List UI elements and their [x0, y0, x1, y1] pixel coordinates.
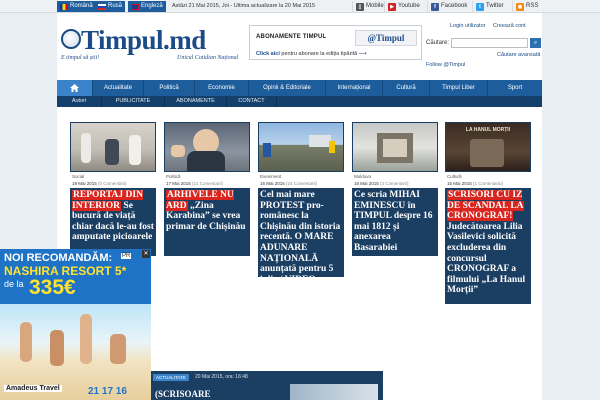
story-tag[interactable]: ACTUALITATE — [153, 374, 189, 381]
story-date: 20 Mai 2015, ora: 16:48 — [195, 374, 248, 380]
search-input[interactable] — [451, 38, 528, 48]
nav-timpul-liber[interactable]: Timpul Liber — [430, 80, 488, 96]
uk-flag-icon — [131, 3, 139, 10]
top-bar: Română Rusă Engleză Astăzi 21 Mai 2015, … — [0, 0, 600, 13]
film-poster-title: LA HANUL MORȚII — [465, 127, 511, 133]
card-meta: 15 Mai 2015 (1 Comentariu) — [445, 180, 531, 188]
arrow-right-icon: ⟶ — [358, 51, 367, 57]
news-card[interactable]: Politică 17 Mai 2015 (21 Comentarii) ARH… — [164, 122, 250, 256]
mobile-link[interactable]: ▯ Mobile — [352, 1, 387, 12]
subnav-abonamente[interactable]: ABONAMENTE — [165, 96, 227, 107]
news-card[interactable]: LA HANUL MORȚII Cultură 15 Mai 2015 (1 C… — [445, 122, 531, 304]
search-button[interactable]: ⌕ — [530, 38, 541, 48]
card-title[interactable]: REPORTAJ DIN INTERIOR Se bucură de viață… — [72, 190, 154, 243]
mobile-icon: ▯ — [356, 2, 364, 11]
ad-phone: 21 17 16 — [88, 386, 127, 397]
account-links: Login utilizator Creează cont — [450, 23, 532, 29]
card-highlight: SCRISORI CU IZ DE SCANDAL LA CRONOGRAF! — [447, 190, 524, 222]
page: Română Rusă Engleză Astăzi 21 Mai 2015, … — [0, 0, 600, 400]
ad-from-label: de la — [4, 279, 24, 289]
youtube-icon: ▶ — [388, 2, 396, 11]
card-category[interactable]: Eveniment — [258, 172, 344, 180]
subscription-link[interactable]: Click aici pentru abonare la ediția tipă… — [256, 51, 367, 57]
news-card[interactable]: Moldova 16 Mai 2015 (3 Comentarii) Ce sc… — [352, 122, 438, 256]
sub-nav: Autori PUBLICITATE ABONAMENTE CONTACT — [57, 96, 542, 107]
rss-link[interactable]: ◉ RSS — [512, 1, 541, 12]
rss-icon: ◉ — [516, 2, 524, 11]
news-thumbnail[interactable] — [165, 123, 249, 171]
news-thumbnail[interactable] — [71, 123, 155, 171]
site-header: Timpul.md E timpul să știi! Unicul Cotid… — [57, 13, 542, 80]
card-category[interactable]: Cultură — [445, 172, 531, 180]
nav-economie[interactable]: Economie — [195, 80, 249, 96]
home-button[interactable] — [57, 80, 93, 96]
language-romana[interactable]: Română — [57, 1, 96, 12]
nav-sport[interactable]: Sport — [488, 80, 542, 96]
card-title[interactable]: ARHIVELE NU ARD „Zina Karabina” se vrea … — [166, 190, 248, 232]
card-title[interactable]: SCRISORI CU IZ DE SCANDAL LA CRONOGRAF! … — [447, 190, 529, 296]
nav-politica[interactable]: Politică — [144, 80, 195, 96]
site-logo[interactable]: Timpul.md — [81, 25, 206, 56]
russia-flag-icon — [98, 3, 106, 10]
ad-headline: NOI RECOMANDĂM: — [4, 252, 113, 264]
subnav-publicitate[interactable]: PUBLICITATE — [102, 96, 165, 107]
twitter-link[interactable]: t Twitter — [472, 1, 507, 12]
facebook-link[interactable]: f Facebook — [427, 1, 470, 12]
current-date: Astăzi 21 Mai 2015, Joi - Ultima actuali… — [172, 3, 316, 9]
home-icon — [70, 84, 79, 92]
subscription-box[interactable]: ABONAMENTE TIMPUL @Timpul Click aici pen… — [249, 25, 422, 60]
travel-ad[interactable]: ✕ PR NOI RECOMANDĂM: NASHIRA RESORT 5* d… — [0, 249, 151, 400]
card-meta: 16 Mai 2015 (24 Comentarii) — [258, 180, 344, 188]
card-category[interactable]: Social — [70, 172, 156, 180]
story-image[interactable] — [290, 384, 378, 400]
card-meta: 16 Mai 2015 (3 Comentarii) — [352, 180, 438, 188]
news-card[interactable]: Social 19 Mai 2015 (0 Comentarii) REPORT… — [70, 122, 156, 256]
story-title[interactable]: (SCRISOARE — [155, 389, 211, 399]
facebook-icon: f — [431, 2, 439, 11]
slogan-left: E timpul să știi! — [61, 55, 100, 61]
news-thumbnail[interactable] — [353, 123, 437, 171]
romania-flag-icon — [60, 3, 68, 10]
advanced-search-link[interactable]: Căutare avansată — [497, 52, 540, 58]
twitter-icon: t — [476, 2, 484, 11]
nav-international[interactable]: Internațional — [326, 80, 383, 96]
subscription-logo: @Timpul — [355, 30, 417, 46]
news-thumbnail[interactable] — [259, 123, 343, 171]
search-icon: ⌕ — [533, 40, 538, 46]
youtube-link[interactable]: ▶ Youtube — [384, 1, 423, 12]
nav-actualitate[interactable]: Actualitate — [93, 80, 144, 96]
subnav-contact[interactable]: CONTACT — [227, 96, 277, 107]
card-meta: 19 Mai 2015 (0 Comentarii) — [70, 180, 156, 188]
ad-brand: Amadeus Travel — [4, 385, 62, 392]
nav-opinii[interactable]: Opinii & Editoriale — [249, 80, 326, 96]
ad-price: 335€ — [29, 276, 76, 299]
card-title[interactable]: Ce scria MIHAI EMINESCU în TIMPUL despre… — [354, 190, 436, 254]
close-icon[interactable]: ✕ — [142, 250, 150, 258]
subnav-autori[interactable]: Autori — [57, 96, 102, 107]
ad-pr-tag: PR — [121, 253, 132, 259]
slogan-right: Unicul Cotidian Național — [177, 55, 239, 61]
card-meta: 17 Mai 2015 (21 Comentarii) — [164, 180, 250, 188]
news-thumbnail[interactable]: LA HANUL MORȚII — [446, 123, 530, 171]
card-category[interactable]: Politică — [164, 172, 250, 180]
main-nav: Actualitate Politică Economie Opinii & E… — [57, 80, 542, 96]
login-link[interactable]: Login utilizator — [450, 23, 485, 29]
globe-logo-icon[interactable] — [61, 29, 81, 49]
nav-cultura[interactable]: Cultură — [383, 80, 430, 96]
subscription-title: ABONAMENTE TIMPUL — [256, 34, 327, 40]
card-title[interactable]: Cel mai mare PROTEST pro-românesc la Chi… — [260, 190, 342, 285]
language-engleza[interactable]: Engleză — [128, 1, 166, 12]
card-category[interactable]: Moldova — [352, 172, 438, 180]
language-rusa[interactable]: Rusă — [95, 1, 126, 12]
search-label: Căutare: — [426, 40, 450, 46]
follow-twitter-link[interactable]: Follow @Timpul — [426, 62, 465, 68]
news-card[interactable]: Eveniment 16 Mai 2015 (24 Comentarii) Ce… — [258, 122, 344, 285]
register-link[interactable]: Creează cont — [493, 23, 526, 29]
